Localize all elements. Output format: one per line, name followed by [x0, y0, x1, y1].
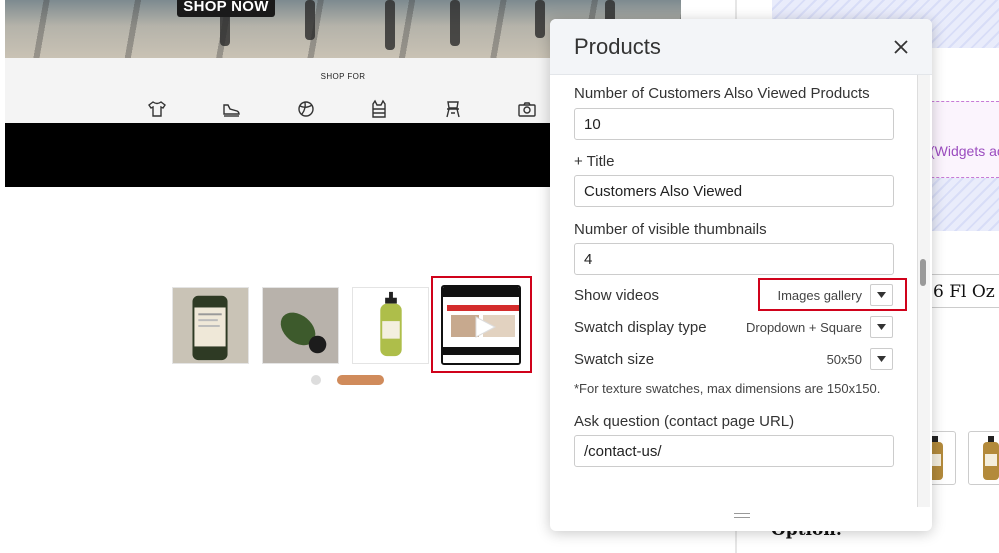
chevron-down-icon — [877, 324, 886, 330]
shirt-icon[interactable] — [146, 98, 168, 120]
modal-title: Products — [574, 34, 661, 59]
show-videos-value[interactable]: Images gallery — [777, 288, 862, 303]
camera-icon[interactable] — [516, 98, 538, 120]
product-thumbnail[interactable] — [172, 287, 249, 364]
also-viewed-count-label: Number of Customers Also Viewed Products — [574, 85, 870, 102]
swatch-type-dropdown[interactable] — [870, 316, 893, 338]
vest-icon[interactable] — [368, 98, 390, 120]
close-icon[interactable] — [890, 36, 912, 58]
thumbnails-input[interactable] — [574, 243, 894, 275]
swatch-type-value[interactable]: Dropdown + Square — [746, 320, 862, 335]
texture-swatch-note: *For texture swatches, max dimensions ar… — [574, 381, 881, 396]
show-videos-label: Show videos — [574, 287, 660, 304]
shoe-icon[interactable] — [220, 98, 242, 120]
scrollbar-thumb[interactable] — [920, 259, 926, 286]
product-thumbnail[interactable] — [352, 287, 429, 364]
products-settings-modal: Products Number of Customers Also Viewed… — [550, 19, 932, 531]
ball-icon[interactable] — [295, 98, 317, 120]
modal-header: Products — [550, 19, 932, 75]
screen: SHOP NOW SHOP FOR (Widgets ac 6 Fl Oz Pr… — [0, 0, 999, 553]
ask-question-url-input[interactable] — [574, 435, 894, 467]
ask-question-label: Ask question (contact page URL) — [574, 413, 795, 430]
swatch-size-value[interactable]: 50x50 — [827, 352, 862, 367]
title-label: + Title — [574, 153, 615, 170]
video-thumbnail[interactable] — [441, 285, 521, 365]
shop-now-button[interactable]: SHOP NOW — [177, 0, 275, 17]
chevron-down-icon — [877, 356, 886, 362]
scrollbar-track[interactable] — [917, 75, 930, 507]
product-thumbnail[interactable] — [968, 431, 999, 485]
swatch-size-label: Swatch size — [574, 351, 655, 368]
carousel-dot-active[interactable] — [337, 375, 384, 385]
product-thumbnail[interactable] — [262, 287, 339, 364]
also-viewed-count-input[interactable] — [574, 108, 894, 140]
thumbnails-label: Number of visible thumbnails — [574, 221, 767, 238]
swatch-type-label: Swatch display type — [574, 319, 707, 336]
show-videos-dropdown[interactable] — [870, 284, 893, 306]
title-input[interactable] — [574, 175, 894, 207]
chevron-down-icon — [877, 292, 886, 298]
swatch-size-dropdown[interactable] — [870, 348, 893, 370]
resize-handle-icon[interactable] — [734, 513, 750, 521]
size-option[interactable]: 6 Fl Oz — [921, 274, 999, 308]
chair-icon[interactable] — [442, 98, 464, 120]
widget-zone-label: (Widgets ac — [930, 143, 999, 159]
modal-body: Number of Customers Also Viewed Products… — [550, 75, 932, 531]
carousel-dot[interactable] — [311, 375, 321, 385]
